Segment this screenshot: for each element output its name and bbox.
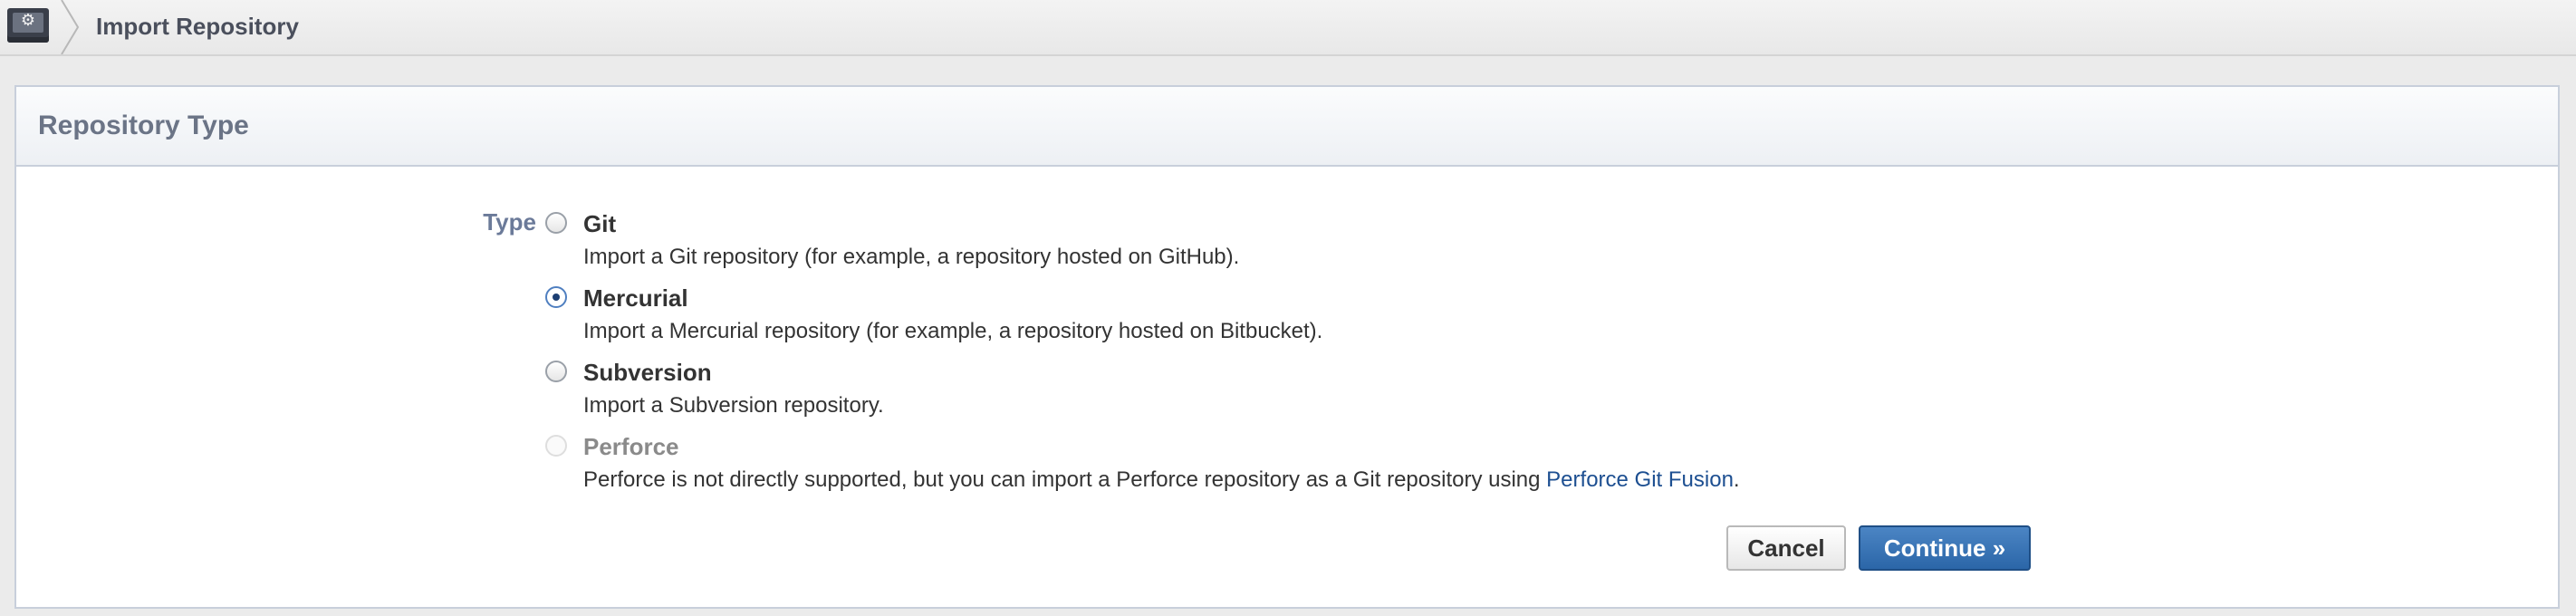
panel-title: Repository Type <box>38 111 249 140</box>
perforce-description-suffix: . <box>1733 467 1740 492</box>
git-radio[interactable] <box>545 212 567 234</box>
option-description: Import a Mercurial repository (for examp… <box>583 319 1323 343</box>
option-description: Import a Subversion repository. <box>583 393 884 418</box>
perforce-git-fusion-link[interactable]: Perforce Git Fusion <box>1546 467 1734 492</box>
option-description: Perforce is not directly supported, but … <box>583 467 1740 494</box>
gear-icon: ⚙ <box>20 11 36 30</box>
option-name[interactable]: Mercurial <box>583 284 688 312</box>
perforce-radio <box>545 435 567 457</box>
type-label: Type <box>483 208 536 236</box>
option-name: Perforce <box>583 433 679 460</box>
option-name[interactable]: Git <box>583 210 616 237</box>
option-name[interactable]: Subversion <box>583 359 712 386</box>
app-icon[interactable]: ⚙ <box>7 8 49 43</box>
breadcrumb-title: Import Repository <box>96 13 299 40</box>
mercurial-radio[interactable] <box>545 286 567 308</box>
breadcrumb-bar: ⚙ Import Repository <box>0 0 2576 56</box>
breadcrumb-separator-icon <box>61 0 80 54</box>
option-description: Import a Git repository (for example, a … <box>583 245 1240 269</box>
repository-type-panel: Repository Type Type Git Import a Git re… <box>14 85 2560 609</box>
panel-header: Repository Type <box>16 87 2558 167</box>
perforce-description-text: Perforce is not directly supported, but … <box>583 467 1547 492</box>
continue-button[interactable]: Continue » <box>1859 525 2031 571</box>
subversion-radio[interactable] <box>545 361 567 382</box>
cancel-button[interactable]: Cancel <box>1726 525 1846 571</box>
